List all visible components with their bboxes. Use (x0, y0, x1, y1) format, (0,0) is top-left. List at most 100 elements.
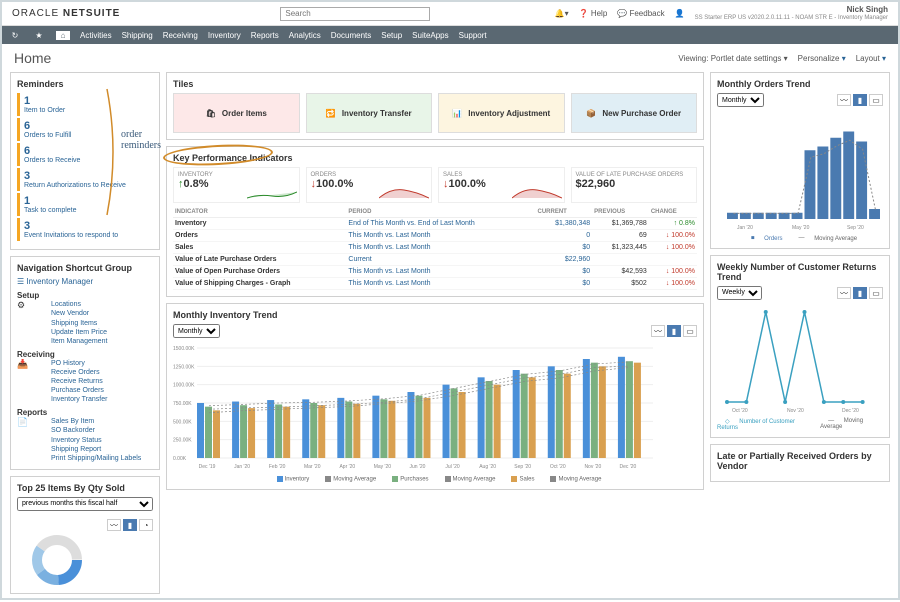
svg-text:Jan '20: Jan '20 (234, 464, 250, 470)
user-info[interactable]: Nick Singh SS Starter ERP US v2020.2.0.1… (695, 6, 888, 21)
returns-trend-select[interactable]: Weekly (717, 286, 762, 300)
chart-tool-b[interactable]: ▮ (667, 325, 681, 337)
svg-text:Nov '20: Nov '20 (584, 464, 601, 470)
nav-top-link[interactable]: ☰ Inventory Manager (17, 277, 153, 287)
nav-link[interactable]: PO History (51, 359, 107, 368)
reminder-item[interactable]: 3Event Invitations to respond to (17, 218, 153, 241)
menu-receiving[interactable]: Receiving (163, 31, 198, 40)
reminder-item[interactable]: 1Task to complete (17, 193, 153, 216)
kpi-table: INDICATORPERIODCURRENTPREVIOUSCHANGE Inv… (173, 207, 697, 290)
kpi-row[interactable]: SalesThis Month vs. Last Month$0$1,323,4… (173, 242, 697, 254)
legend-item: Sales (503, 476, 534, 483)
svg-text:May '20: May '20 (374, 464, 392, 470)
personalize-link[interactable]: Personalize ▾ (798, 54, 846, 63)
menu-inventory[interactable]: Inventory (208, 31, 241, 40)
tile-order-items[interactable]: 🛍Order Items (173, 93, 300, 133)
svg-text:1000.00K: 1000.00K (173, 383, 195, 389)
rt-tool-b[interactable]: ▮ (853, 287, 867, 299)
inv-trend-title: Monthly Inventory Trend (173, 310, 697, 320)
svg-text:1500.00K: 1500.00K (173, 346, 195, 352)
search-input[interactable] (280, 7, 430, 21)
chart-tool-bar[interactable]: ▮ (123, 519, 137, 531)
layout-link[interactable]: Layout ▾ (856, 54, 886, 63)
top25-portlet: Top 25 Items By Qty Sold previous months… (10, 476, 160, 594)
nav-link[interactable]: SO Backorder (51, 426, 141, 435)
feedback-link[interactable]: 💬 Feedback (617, 9, 664, 18)
nav-link[interactable]: Print Shipping/Mailing Labels (51, 454, 141, 463)
top-links: 🔔▾ ❓ Help 💬 Feedback 👤 Nick Singh SS Sta… (555, 6, 888, 21)
late-vendor-title: Late or Partially Received Orders by Ven… (717, 451, 883, 471)
menu-activities[interactable]: Activities (80, 31, 112, 40)
tile-inventory-adjustment[interactable]: 📊Inventory Adjustment (438, 93, 565, 133)
svg-text:250.00K: 250.00K (173, 438, 192, 444)
kpi-row[interactable]: Value of Late Purchase OrdersCurrent$22,… (173, 254, 697, 266)
legend-returns: ◇ Number of Customer Returns (717, 418, 812, 431)
menu-support[interactable]: Support (459, 31, 487, 40)
nav-link[interactable]: Shipping Items (51, 319, 107, 328)
orders-trend-select[interactable]: Monthly (717, 93, 764, 107)
star-icon[interactable]: ★ (32, 31, 46, 40)
ot-tool-c[interactable]: ▭ (869, 94, 883, 106)
kpi-row[interactable]: Value of Open Purchase OrdersThis Month … (173, 266, 697, 278)
user-icon[interactable]: 👤 (675, 9, 685, 18)
svg-text:Sep '20: Sep '20 (514, 464, 531, 470)
nav-link[interactable]: Sales By Item (51, 417, 141, 426)
nav-link[interactable]: Receive Returns (51, 377, 107, 386)
svg-text:500.00K: 500.00K (173, 419, 192, 425)
svg-text:Dec '20: Dec '20 (842, 408, 859, 414)
nav-section: Setup (17, 291, 153, 300)
reminder-item[interactable]: 3Return Authorizations to Receive (17, 168, 153, 191)
menu-documents[interactable]: Documents (331, 31, 371, 40)
tile-icon: 📦 (586, 109, 596, 118)
home-icon[interactable]: ⌂ (56, 31, 70, 40)
svg-text:Mar '20: Mar '20 (304, 464, 321, 470)
chart-tool-wave[interactable]: 〰 (107, 519, 121, 531)
menu-reports[interactable]: Reports (251, 31, 279, 40)
menu-analytics[interactable]: Analytics (289, 31, 321, 40)
menu-shipping[interactable]: Shipping (122, 31, 153, 40)
nav-link[interactable]: Item Management (51, 337, 107, 346)
svg-text:0.00K: 0.00K (173, 456, 187, 462)
nav-link[interactable]: Purchase Orders (51, 386, 107, 395)
help-link[interactable]: ❓ Help (579, 9, 608, 18)
tile-inventory-transfer[interactable]: 🔁Inventory Transfer (306, 93, 433, 133)
kpi-row[interactable]: Value of Shipping Charges - GraphThis Mo… (173, 278, 697, 290)
kpi-card[interactable]: ORDERS↓100.0% (306, 167, 433, 203)
ot-tool-b[interactable]: ▮ (853, 94, 867, 106)
viewing-label[interactable]: Viewing: Portlet date settings ▾ (678, 54, 787, 63)
kpi-card[interactable]: INVENTORY↑0.8% (173, 167, 300, 203)
nav-link[interactable]: Update Item Price (51, 328, 107, 337)
kpi-row[interactable]: OrdersThis Month vs. Last Month069↓ 100.… (173, 230, 697, 242)
svg-text:Oct '20: Oct '20 (732, 408, 748, 414)
history-icon[interactable]: ↻ (8, 31, 22, 40)
chart-tool-c[interactable]: ▭ (683, 325, 697, 337)
user-name: Nick Singh (847, 5, 888, 14)
nav-link[interactable]: Inventory Transfer (51, 395, 107, 404)
menu-suiteapps[interactable]: SuiteApps (412, 31, 448, 40)
topbar: ORACLE NETSUITE 🔔▾ ❓ Help 💬 Feedback 👤 N… (2, 2, 898, 26)
kpi-row[interactable]: InventoryEnd of This Month vs. End of La… (173, 218, 697, 230)
nav-link[interactable]: Receive Orders (51, 368, 107, 377)
legend-item: Inventory (269, 476, 310, 483)
nav-section: Reports (17, 408, 153, 417)
legend-item: Moving Average (317, 476, 376, 483)
chart-tool-donut[interactable]: ◔ (139, 519, 153, 531)
tile-new-purchase-order[interactable]: 📦New Purchase Order (571, 93, 698, 133)
rt-tool-c[interactable]: ▭ (869, 287, 883, 299)
nav-link[interactable]: Locations (51, 300, 107, 309)
nav-link[interactable]: Inventory Status (51, 436, 141, 445)
top25-select[interactable]: previous months this fiscal half (17, 497, 153, 511)
reminder-item[interactable]: 1Item to Order (17, 93, 153, 116)
kpi-card[interactable]: VALUE OF LATE PURCHASE ORDERS$22,960 (571, 167, 698, 203)
kpi-card[interactable]: SALES↓100.0% (438, 167, 565, 203)
nav-link[interactable]: Shipping Report (51, 445, 141, 454)
tiles-title: Tiles (173, 79, 697, 89)
nav-link[interactable]: New Vendor (51, 309, 107, 318)
rt-tool-a[interactable]: 〰 (837, 287, 851, 299)
chart-tool-a[interactable]: 〰 (651, 325, 665, 337)
returns-trend-portlet: Weekly Number of Customer Returns Trend … (710, 255, 890, 438)
ot-tool-a[interactable]: 〰 (837, 94, 851, 106)
notifications-icon[interactable]: 🔔▾ (555, 9, 569, 18)
menu-setup[interactable]: Setup (381, 31, 402, 40)
inv-trend-select[interactable]: Monthly (173, 324, 220, 338)
